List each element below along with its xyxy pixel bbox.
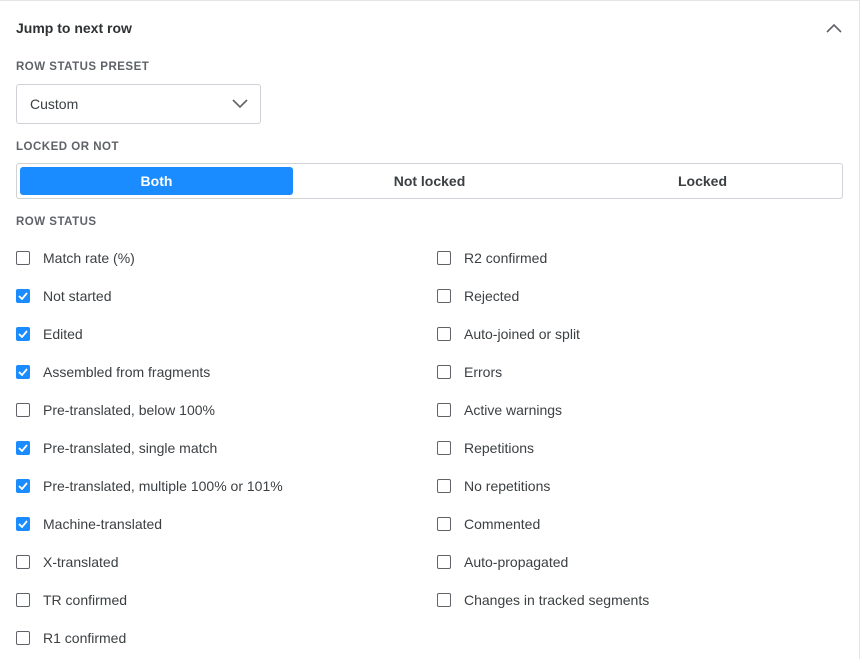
checkbox-pre-translated-multiple[interactable]: Pre-translated, multiple 100% or 101%	[16, 473, 437, 499]
checkbox-commented[interactable]: Commented	[437, 511, 836, 537]
checkbox-edited[interactable]: Edited	[16, 321, 437, 347]
panel-header: Jump to next row	[16, 17, 843, 39]
segment-not-locked[interactable]: Not locked	[293, 167, 566, 195]
checkbox-box[interactable]	[437, 365, 451, 379]
checkbox-label: Rejected	[464, 288, 520, 304]
segment-locked[interactable]: Locked	[566, 167, 839, 195]
checkbox-box[interactable]	[16, 289, 30, 303]
checkbox-box[interactable]	[437, 593, 451, 607]
checkbox-box[interactable]	[16, 251, 30, 265]
row-status-label: ROW STATUS	[16, 216, 97, 228]
checkbox-label: Not started	[43, 288, 112, 304]
checkmark-icon	[18, 330, 28, 338]
checkbox-r2-confirmed[interactable]: R2 confirmed	[437, 245, 836, 271]
checkbox-box[interactable]	[16, 517, 30, 531]
checkbox-box[interactable]	[16, 631, 30, 645]
checkbox-label: R1 confirmed	[43, 630, 127, 646]
checkbox-box[interactable]	[437, 327, 451, 341]
checkbox-label: Commented	[464, 516, 541, 532]
checkbox-label: Pre-translated, multiple 100% or 101%	[43, 478, 283, 494]
checkbox-label: Match rate (%)	[43, 250, 135, 266]
checkbox-not-started[interactable]: Not started	[16, 283, 437, 309]
checkbox-label: Assembled from fragments	[43, 364, 211, 380]
checkbox-box[interactable]	[16, 365, 30, 379]
checkbox-tr-confirmed[interactable]: TR confirmed	[16, 587, 437, 613]
checkbox-no-repetitions[interactable]: No repetitions	[437, 473, 836, 499]
checkbox-box[interactable]	[437, 555, 451, 569]
checkbox-errors[interactable]: Errors	[437, 359, 836, 385]
checkbox-label: Auto-joined or split	[464, 326, 580, 342]
checkbox-rejected[interactable]: Rejected	[437, 283, 836, 309]
checkbox-label: Machine-translated	[43, 516, 163, 532]
checkbox-auto-joined-or-split[interactable]: Auto-joined or split	[437, 321, 836, 347]
row-status-checkbox-grid: Match rate (%) Not started Edited Assemb…	[16, 245, 836, 663]
segment-both[interactable]: Both	[20, 167, 293, 195]
checkbox-x-translated[interactable]: X-translated	[16, 549, 437, 575]
checkbox-label: Changes in tracked segments	[464, 592, 650, 608]
chevron-down-icon	[232, 99, 248, 109]
checkmark-icon	[18, 520, 28, 528]
checkbox-label: Auto-propagated	[464, 554, 569, 570]
checkbox-box[interactable]	[16, 479, 30, 493]
row-status-preset-label: ROW STATUS PRESET	[16, 61, 150, 73]
checkbox-match-rate[interactable]: Match rate (%)	[16, 245, 437, 271]
checkbox-label: Repetitions	[464, 440, 535, 456]
checkbox-label: Pre-translated, below 100%	[43, 402, 215, 418]
checkmark-icon	[18, 368, 28, 376]
checkbox-box[interactable]	[437, 479, 451, 493]
checkmark-icon	[18, 482, 28, 490]
checkmark-icon	[18, 444, 28, 452]
checkbox-box[interactable]	[16, 555, 30, 569]
checkbox-label: R2 confirmed	[464, 250, 548, 266]
checkbox-active-warnings[interactable]: Active warnings	[437, 397, 836, 423]
checkbox-changes-in-tracked-segments[interactable]: Changes in tracked segments	[437, 587, 836, 613]
row-status-preset-value: Custom	[30, 96, 79, 112]
jump-to-next-row-panel: Jump to next row ROW STATUS PRESET Custo…	[0, 0, 860, 659]
checkbox-repetitions[interactable]: Repetitions	[437, 435, 836, 461]
checkbox-auto-propagated[interactable]: Auto-propagated	[437, 549, 836, 575]
checkbox-r1-confirmed[interactable]: R1 confirmed	[16, 625, 437, 651]
collapse-button[interactable]	[823, 17, 845, 39]
checkbox-label: No repetitions	[464, 478, 551, 494]
checkbox-label: TR confirmed	[43, 592, 128, 608]
checkbox-assembled-from-fragments[interactable]: Assembled from fragments	[16, 359, 437, 385]
checkbox-label: Errors	[464, 364, 503, 380]
checkbox-box[interactable]	[16, 441, 30, 455]
checkmark-icon	[18, 292, 28, 300]
checkbox-label: Edited	[43, 326, 83, 342]
checkbox-box[interactable]	[16, 403, 30, 417]
checkbox-box[interactable]	[437, 517, 451, 531]
checkbox-box[interactable]	[437, 289, 451, 303]
locked-or-not-label: LOCKED OR NOT	[16, 141, 119, 153]
checkbox-label: Pre-translated, single match	[43, 440, 218, 456]
checkbox-box[interactable]	[16, 327, 30, 341]
checkbox-box[interactable]	[437, 403, 451, 417]
locked-segmented-control: Both Not locked Locked	[16, 163, 843, 199]
checkbox-label: Active warnings	[464, 402, 563, 418]
checkbox-box[interactable]	[437, 251, 451, 265]
panel-title: Jump to next row	[16, 20, 132, 36]
checkbox-pre-translated-below-100[interactable]: Pre-translated, below 100%	[16, 397, 437, 423]
checkbox-box[interactable]	[16, 593, 30, 607]
row-status-preset-select[interactable]: Custom	[16, 84, 261, 124]
checkbox-box[interactable]	[437, 441, 451, 455]
checkbox-machine-translated[interactable]: Machine-translated	[16, 511, 437, 537]
checkbox-label: X-translated	[43, 554, 119, 570]
checkbox-pre-translated-single-match[interactable]: Pre-translated, single match	[16, 435, 437, 461]
chevron-up-icon	[826, 23, 842, 33]
